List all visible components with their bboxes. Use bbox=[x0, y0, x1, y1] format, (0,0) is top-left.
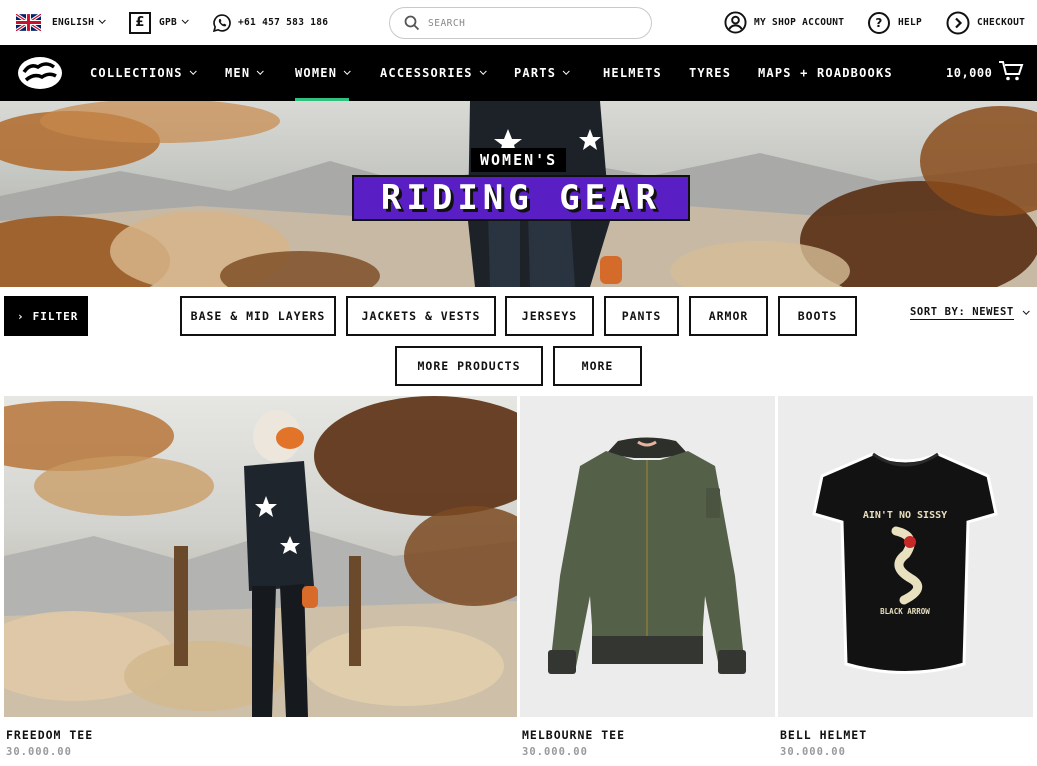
nav-maps-label: MAPS + ROADBOOKS bbox=[758, 66, 893, 80]
language-label: ENGLISH bbox=[52, 17, 95, 28]
utility-bar: ENGLISH £ GPB +61 457 583 186 MY SHOP AC… bbox=[0, 0, 1037, 45]
nav-women[interactable]: WOMEN bbox=[295, 45, 351, 101]
product-price: 30.000.00 bbox=[780, 746, 846, 758]
category-more-products[interactable]: MORE PRODUCTS bbox=[395, 346, 543, 386]
product-image-melbourne-tee[interactable] bbox=[520, 396, 775, 717]
chevron-down-icon bbox=[562, 67, 570, 75]
nav-accessories[interactable]: ACCESSORIES bbox=[380, 45, 487, 101]
account-label: MY SHOP ACCOUNT bbox=[754, 17, 845, 28]
nav-helmets-label: HELMETS bbox=[603, 66, 662, 80]
bomber-jacket-image bbox=[548, 437, 746, 674]
category-boots[interactable]: BOOTS bbox=[778, 296, 857, 336]
currency-label: GPB bbox=[159, 17, 178, 28]
cart-total[interactable]: 10,000 bbox=[946, 45, 992, 101]
user-icon bbox=[724, 11, 747, 34]
search-icon bbox=[404, 15, 420, 31]
chevron-right-icon: › bbox=[17, 309, 25, 323]
chevron-down-icon bbox=[181, 16, 189, 24]
nav-collections-label: COLLECTIONS bbox=[90, 66, 183, 80]
account-link[interactable]: MY SHOP ACCOUNT bbox=[724, 0, 844, 45]
product-name[interactable]: FREEDOM TEE bbox=[6, 728, 93, 742]
sort-label: SORT BY: NEWEST bbox=[910, 306, 1014, 320]
checkout-label: CHECKOUT bbox=[977, 17, 1026, 28]
category-jerseys[interactable]: JERSEYS bbox=[505, 296, 594, 336]
product-name[interactable]: BELL HELMET bbox=[780, 728, 867, 742]
nav-parts[interactable]: PARTS bbox=[514, 45, 570, 101]
nav-maps-roadbooks[interactable]: MAPS + ROADBOOKS bbox=[758, 45, 893, 101]
product-name[interactable]: MELBOURNE TEE bbox=[522, 728, 625, 742]
product-image-bell-helmet[interactable]: AIN'T NO SISSY BLACK ARROW bbox=[778, 396, 1033, 717]
product-price: 30.000.00 bbox=[6, 746, 72, 758]
filter-label: FILTER bbox=[32, 309, 79, 323]
whatsapp-icon bbox=[212, 13, 231, 32]
chevron-down-icon bbox=[256, 67, 265, 75]
uk-flag-icon bbox=[16, 14, 41, 31]
nav-tyres-label: TYRES bbox=[689, 66, 732, 80]
chevron-down-icon bbox=[479, 67, 487, 75]
nav-men[interactable]: MEN bbox=[225, 45, 265, 101]
tee-print-bottom: BLACK ARROW bbox=[880, 607, 930, 616]
nav-collections[interactable]: COLLECTIONS bbox=[90, 45, 197, 101]
category-more[interactable]: MORE bbox=[553, 346, 642, 386]
chevron-down-icon bbox=[1022, 307, 1030, 315]
category-base-mid-layers[interactable]: BASE & MID LAYERS bbox=[180, 296, 336, 336]
category-armor[interactable]: ARMOR bbox=[689, 296, 768, 336]
sort-dropdown[interactable]: SORT BY: NEWEST bbox=[910, 306, 1030, 320]
language-selector[interactable]: ENGLISH bbox=[16, 0, 106, 45]
chevron-down-icon bbox=[343, 67, 351, 75]
open-roads-logo-icon[interactable] bbox=[16, 55, 64, 91]
checkout-link[interactable]: CHECKOUT bbox=[946, 0, 1025, 45]
search-box[interactable] bbox=[389, 7, 652, 39]
phone-contact[interactable]: +61 457 583 186 bbox=[212, 0, 328, 45]
black-tee-image: AIN'T NO SISSY BLACK ARROW bbox=[812, 452, 998, 674]
nav-parts-label: PARTS bbox=[514, 66, 557, 80]
nav-men-label: MEN bbox=[225, 66, 251, 80]
product-image-freedom-tee[interactable] bbox=[4, 396, 517, 717]
help-link[interactable]: ? HELP bbox=[868, 0, 922, 45]
tee-print-top: AIN'T NO SISSY bbox=[863, 510, 947, 521]
main-nav: COLLECTIONS MEN WOMEN ACCESSORIES PARTS … bbox=[0, 45, 1037, 101]
nav-tyres[interactable]: TYRES bbox=[689, 45, 731, 101]
nav-helmets[interactable]: HELMETS bbox=[603, 45, 662, 101]
hero-banner: WOMEN'S RIDING GEAR bbox=[0, 101, 1037, 287]
chevron-down-icon bbox=[189, 67, 197, 75]
question-icon: ? bbox=[868, 11, 890, 34]
arrow-right-icon bbox=[946, 11, 970, 34]
currency-selector[interactable]: £ GPB bbox=[129, 0, 189, 45]
pound-icon: £ bbox=[129, 11, 151, 34]
chevron-down-icon bbox=[98, 16, 106, 24]
rider-photo bbox=[4, 396, 517, 717]
phone-number: +61 457 583 186 bbox=[238, 17, 329, 28]
search-input[interactable] bbox=[428, 17, 628, 29]
cart-icon[interactable] bbox=[998, 60, 1024, 82]
nav-accessories-label: ACCESSORIES bbox=[380, 66, 473, 80]
hero-title: RIDING GEAR bbox=[352, 175, 690, 221]
category-jackets-vests[interactable]: JACKETS & VESTS bbox=[346, 296, 496, 336]
filter-button[interactable]: › FILTER bbox=[4, 296, 88, 336]
nav-women-label: WOMEN bbox=[295, 66, 338, 80]
hero-subtitle: WOMEN'S bbox=[471, 148, 567, 172]
product-price: 30.000.00 bbox=[522, 746, 588, 758]
category-pants[interactable]: PANTS bbox=[604, 296, 679, 336]
help-label: HELP bbox=[898, 17, 923, 28]
